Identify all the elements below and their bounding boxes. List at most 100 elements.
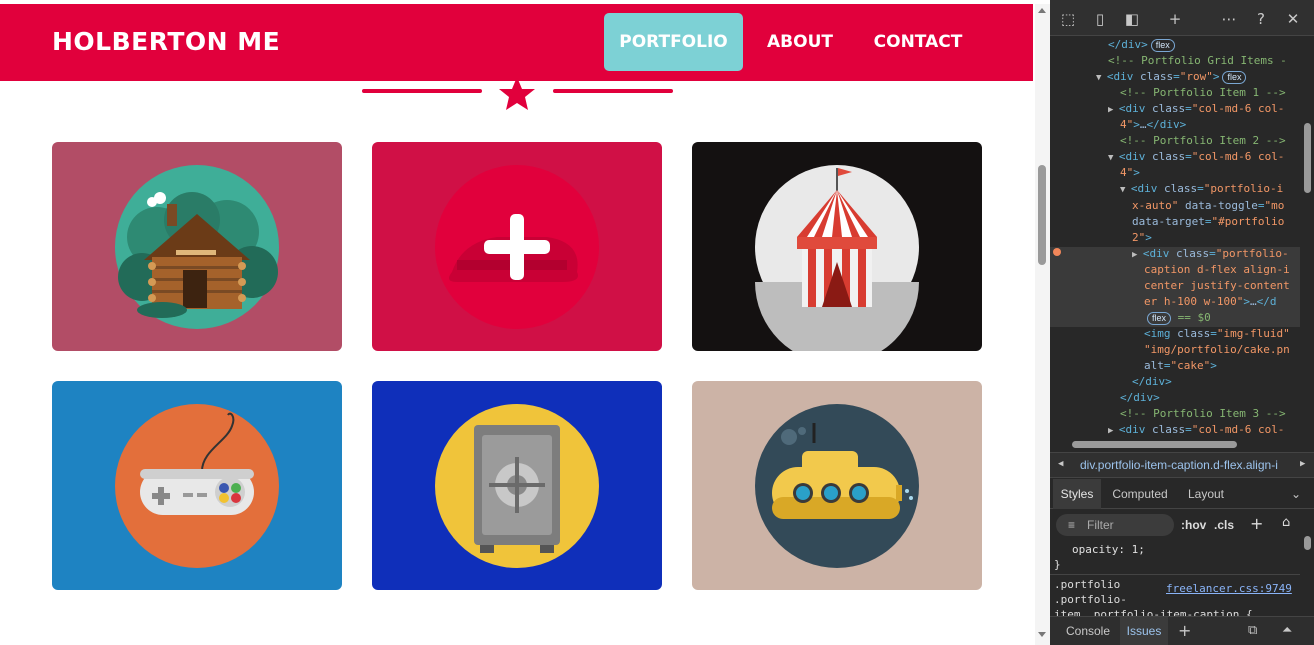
collapse-triangle-icon[interactable]: ▶: [1132, 250, 1143, 260]
new-style-rule-icon[interactable]: +: [1250, 514, 1263, 533]
dom-tree-line[interactable]: 4">: [1120, 165, 1140, 181]
scroll-down-arrow-icon[interactable]: [1038, 632, 1046, 637]
code-token: >: [1133, 166, 1140, 180]
tree-vscroll-thumb[interactable]: [1304, 123, 1311, 193]
code-token: </div>: [1108, 38, 1148, 51]
dom-tree-line[interactable]: <img class="img-fluid": [1144, 326, 1290, 342]
element-state-icon[interactable]: ⌂: [1282, 515, 1290, 530]
code-token: "img/portfolio/cake.pn: [1144, 342, 1290, 356]
dock-side-icon[interactable]: ◧: [1123, 10, 1141, 28]
tree-hscroll[interactable]: [1050, 437, 1314, 451]
inspect-element-icon[interactable]: ⬚: [1059, 10, 1077, 28]
browser-viewport: HOLBERTON ME PORTFOLIO ABOUT CONTACT: [0, 0, 1050, 645]
expand-triangle-icon[interactable]: ▼: [1096, 73, 1107, 83]
dom-tree-line[interactable]: <!-- Portfolio Item 1 -->: [1120, 85, 1286, 101]
code-token: 4": [1120, 166, 1134, 180]
dom-tree-line[interactable]: 2">: [1132, 230, 1152, 246]
source-link[interactable]: freelancer.css:9749: [1166, 582, 1292, 595]
collapse-triangle-icon[interactable]: ▶: [1108, 426, 1119, 436]
styles-filter-input[interactable]: ≡ Filter: [1056, 514, 1174, 536]
portfolio-item-controller[interactable]: [52, 381, 342, 590]
dom-tree-line[interactable]: </div>: [1120, 390, 1160, 406]
dom-tree-line[interactable]: flex == $0: [1144, 310, 1211, 326]
rule-selector-line-2: .portfolio-: [1054, 593, 1127, 606]
dom-tree-line[interactable]: 4">…</div>: [1120, 117, 1186, 133]
devtools-panel: ⬚ ▯ ◧ + ⋯ ? ✕ </div> flex <!-- Portfolio G…: [1050, 0, 1314, 645]
tab-layout[interactable]: Layout: [1180, 479, 1232, 509]
dom-tree-line[interactable]: </div> flex: [1108, 37, 1175, 53]
dom-tree-line[interactable]: "img/portfolio/cake.pn: [1144, 342, 1290, 358]
portfolio-item-safe[interactable]: [372, 381, 662, 590]
code-token: class: [1175, 246, 1210, 260]
dom-tree-line[interactable]: <!-- Portfolio Item 3 -->: [1120, 406, 1286, 422]
dock-drawer-icon[interactable]: ⧉: [1248, 623, 1257, 638]
expand-triangle-icon[interactable]: ▼: [1108, 153, 1119, 163]
code-token: center justify-content: [1144, 278, 1290, 292]
flex-badge[interactable]: flex: [1147, 311, 1172, 325]
cls-toggle[interactable]: .cls: [1214, 518, 1234, 532]
dom-tree-line[interactable]: ▶ <div class="portfolio-: [1132, 246, 1289, 262]
filter-placeholder: Filter: [1087, 518, 1114, 532]
code-token: <div: [1142, 246, 1176, 260]
site-brand[interactable]: HOLBERTON ME: [52, 27, 280, 56]
crumb-right-arrow-icon[interactable]: ▶: [1300, 459, 1305, 469]
more-options-icon[interactable]: ⋯: [1220, 10, 1238, 28]
code-token: == $0: [1177, 310, 1211, 324]
flex-badge[interactable]: flex: [1150, 39, 1175, 52]
dom-tree-line[interactable]: ▼ <div class="portfolio-i: [1120, 181, 1283, 197]
styles-vscroll[interactable]: [1300, 532, 1314, 612]
styles-filter-row: ≡ Filter :hov .cls + ⌂: [1050, 510, 1314, 540]
hov-toggle[interactable]: :hov: [1181, 518, 1206, 532]
dom-tree-line[interactable]: x-auto" data-toggle="mo: [1132, 198, 1284, 214]
expand-triangle-icon[interactable]: ▼: [1120, 185, 1131, 195]
breadcrumb-node[interactable]: div.portfolio-item-caption.d-flex.align-…: [1080, 458, 1300, 472]
collapse-triangle-icon[interactable]: ▶: [1108, 105, 1119, 115]
nav-about-link[interactable]: ABOUT: [752, 13, 848, 71]
portfolio-item-submarine[interactable]: [692, 381, 982, 590]
drawer-tab-issues[interactable]: Issues: [1120, 617, 1168, 645]
dom-tree-line[interactable]: <!-- Portfolio Grid Items -: [1108, 53, 1287, 69]
nav-contact-link[interactable]: CONTACT: [858, 13, 978, 71]
dom-tree-line[interactable]: caption d-flex align-i: [1144, 262, 1290, 278]
dom-tree-line[interactable]: ▶ <div class="col-md-6 col-: [1108, 101, 1284, 117]
nav-portfolio-link[interactable]: PORTFOLIO: [604, 13, 743, 71]
flex-badge[interactable]: flex: [1222, 71, 1247, 85]
elements-tree[interactable]: </div> flex <!-- Portfolio Grid Items - ▼ <…: [1050, 37, 1300, 437]
new-tab-icon[interactable]: +: [1166, 10, 1184, 28]
portfolio-item-circus[interactable]: [692, 142, 982, 351]
help-icon[interactable]: ?: [1252, 10, 1270, 28]
device-toolbar-icon[interactable]: ▯: [1091, 10, 1109, 28]
game-controller-icon: [115, 404, 279, 568]
dom-tree-line[interactable]: center justify-content: [1144, 278, 1290, 294]
page-scroll-thumb[interactable]: [1038, 165, 1046, 265]
code-token: =: [1185, 102, 1192, 116]
chevron-down-icon[interactable]: ⌄: [1286, 479, 1306, 509]
code-token: x-auto": [1132, 198, 1185, 212]
styles-vscroll-thumb[interactable]: [1304, 536, 1311, 550]
code-token: </div>: [1120, 391, 1160, 405]
close-devtools-icon[interactable]: ✕: [1284, 10, 1302, 28]
dom-tree-line[interactable]: data-target="#portfolio: [1132, 214, 1284, 230]
dom-tree-line[interactable]: alt="cake">: [1144, 358, 1217, 374]
crumb-left-arrow-icon[interactable]: ◀: [1058, 459, 1063, 469]
dom-tree-line[interactable]: </div>: [1132, 374, 1172, 390]
tree-hscroll-thumb[interactable]: [1072, 441, 1237, 448]
dom-tree-line[interactable]: er h-100 w-100">…</d: [1144, 294, 1276, 310]
add-drawer-tab-icon[interactable]: +: [1178, 621, 1191, 640]
tab-styles[interactable]: Styles: [1053, 479, 1101, 509]
page-scrollbar[interactable]: [1035, 4, 1050, 645]
dom-tree-line[interactable]: ▼ <div class="row"> flex: [1096, 69, 1247, 85]
portfolio-item-cabin[interactable]: [52, 142, 342, 351]
code-token: caption d-flex align-i: [1144, 262, 1290, 276]
style-declaration[interactable]: opacity: 1;: [1072, 543, 1145, 556]
tree-vscroll[interactable]: [1300, 37, 1314, 437]
drawer-tab-console[interactable]: Console: [1056, 617, 1120, 645]
dom-tree-line[interactable]: <!-- Portfolio Item 2 -->: [1120, 133, 1286, 149]
portfolio-item-cake[interactable]: [372, 142, 662, 351]
collapse-drawer-icon[interactable]: ⏶: [1282, 623, 1292, 638]
code-token: class: [1163, 182, 1198, 196]
dom-tree-line[interactable]: ▶ <div class="col-md-6 col-: [1108, 422, 1284, 437]
tab-computed[interactable]: Computed: [1106, 479, 1174, 509]
scroll-up-arrow-icon[interactable]: [1038, 8, 1046, 13]
dom-tree-line[interactable]: ▼ <div class="col-md-6 col-: [1108, 149, 1284, 165]
